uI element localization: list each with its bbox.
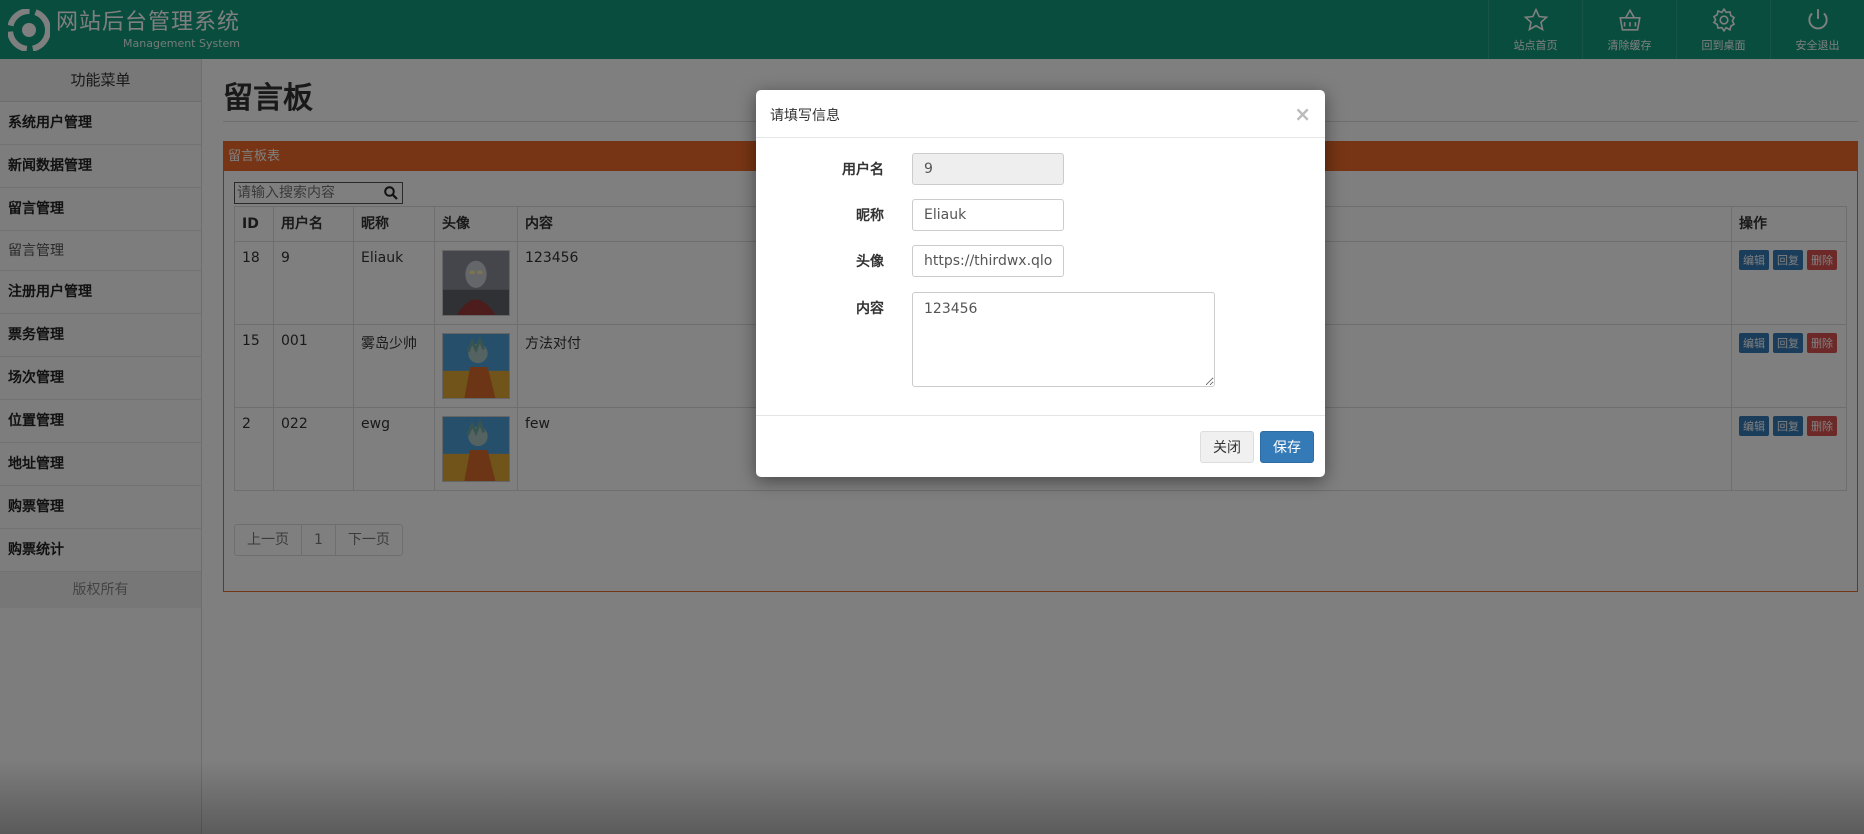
backdrop-shade [0, 760, 1864, 834]
username-field[interactable] [912, 153, 1064, 185]
form-row-content: 内容 [756, 292, 884, 324]
dialog-title: 请填写信息 [770, 108, 840, 124]
form-row-avatar: 头像 [756, 245, 884, 277]
content-textarea[interactable]: 123456 [912, 292, 1215, 387]
form-row-nickname: 昵称 [756, 199, 884, 231]
form-row-username: 用户名 [756, 153, 884, 185]
username-label: 用户名 [842, 162, 884, 178]
save-button[interactable]: 保存 [1260, 431, 1314, 463]
nickname-label: 昵称 [856, 208, 884, 224]
dialog-footer: 关闭 保存 [756, 415, 1325, 477]
dialog-header: 请填写信息 × [756, 90, 1325, 138]
edit-dialog: 请填写信息 × 用户名 昵称 头像 内容 123456 关闭 保存 [756, 90, 1325, 477]
close-icon[interactable]: × [1294, 102, 1311, 126]
nickname-field[interactable] [912, 199, 1064, 231]
avatar-url-field[interactable] [912, 245, 1064, 277]
content-label: 内容 [856, 301, 884, 317]
close-button[interactable]: 关闭 [1200, 431, 1254, 463]
avatar-label: 头像 [856, 254, 884, 270]
